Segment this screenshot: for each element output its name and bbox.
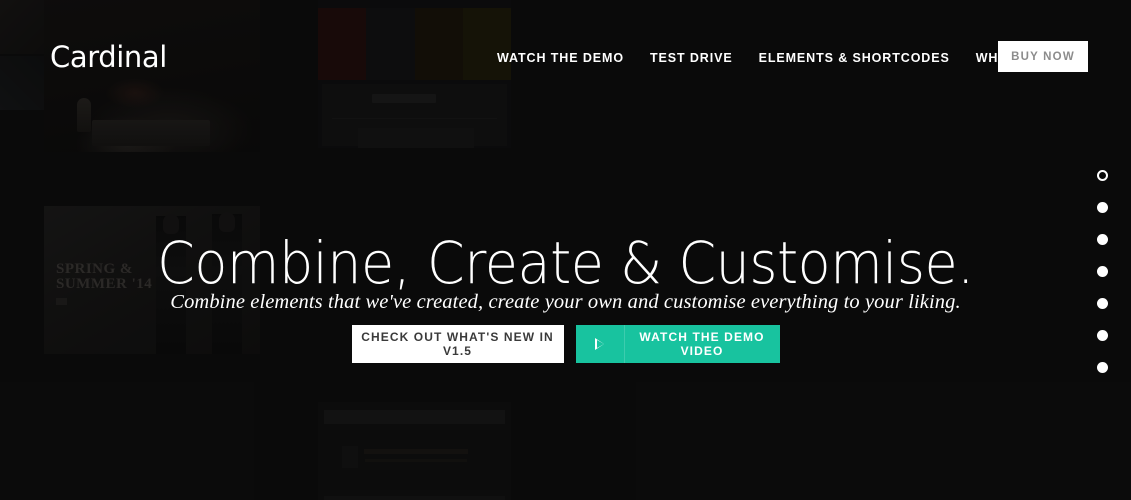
play-icon bbox=[576, 325, 625, 363]
watch-demo-video-button[interactable]: WATCH THE DEMO VIDEO bbox=[575, 325, 780, 363]
hero-button-group: CHECK OUT WHAT'S NEW IN V1.5 WATCH THE D… bbox=[0, 325, 1131, 363]
nav-item-test-drive[interactable]: TEST DRIVE bbox=[637, 45, 746, 71]
slider-dot-1[interactable] bbox=[1097, 170, 1108, 181]
slider-dot-6[interactable] bbox=[1097, 330, 1108, 341]
slider-dot-5[interactable] bbox=[1097, 298, 1108, 309]
slider-dot-navigation bbox=[1097, 170, 1108, 373]
main-navigation: WATCH THE DEMO TEST DRIVE ELEMENTS & SHO… bbox=[484, 45, 1078, 71]
slider-dot-4[interactable] bbox=[1097, 266, 1108, 277]
slider-dot-7[interactable] bbox=[1097, 362, 1108, 373]
buy-now-button[interactable]: BUY NOW bbox=[998, 41, 1088, 72]
slider-dot-2[interactable] bbox=[1097, 202, 1108, 213]
nav-item-elements-shortcodes[interactable]: ELEMENTS & SHORTCODES bbox=[746, 45, 963, 71]
whats-new-button[interactable]: CHECK OUT WHAT'S NEW IN V1.5 bbox=[351, 325, 564, 363]
site-header: Cardinal WATCH THE DEMO TEST DRIVE ELEME… bbox=[0, 0, 1131, 113]
site-logo[interactable]: Cardinal bbox=[50, 40, 167, 74]
watch-demo-video-label: WATCH THE DEMO VIDEO bbox=[639, 330, 765, 358]
slider-dot-3[interactable] bbox=[1097, 234, 1108, 245]
nav-item-watch-the-demo[interactable]: WATCH THE DEMO bbox=[484, 45, 637, 71]
hero-title: Combine, Create & Customise. bbox=[157, 228, 974, 297]
hero-subtitle: Combine elements that we've created, cre… bbox=[170, 290, 961, 313]
